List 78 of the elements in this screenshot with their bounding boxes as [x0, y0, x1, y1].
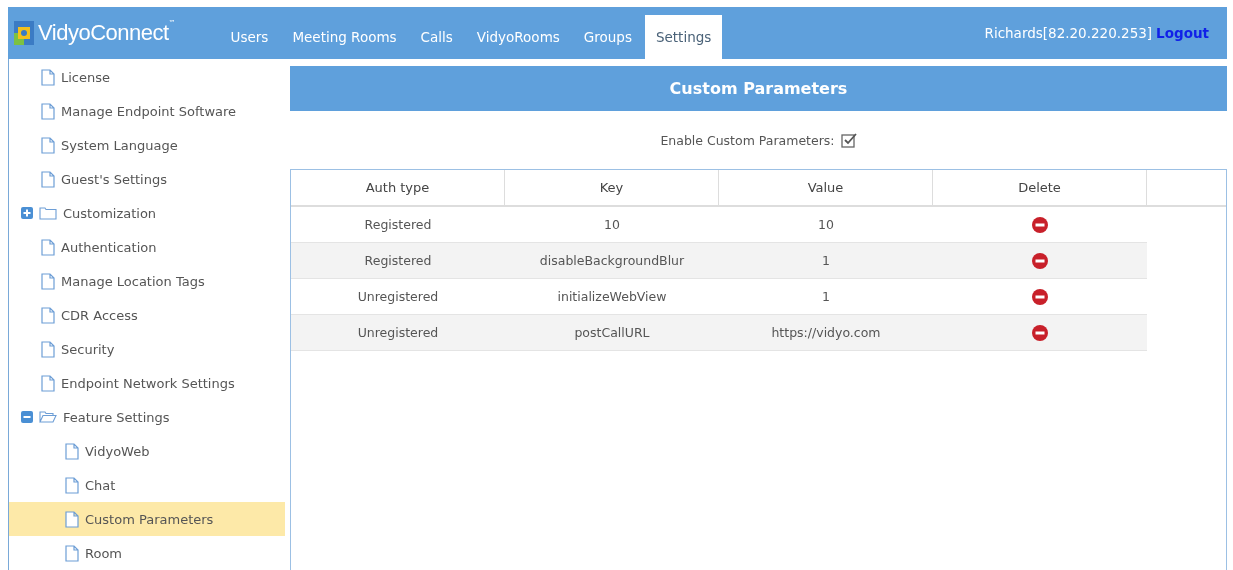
logo-text: VidyoConnect [38, 20, 169, 46]
sidebar-item[interactable]: Endpoint Network Settings [9, 366, 285, 400]
expand-icon[interactable] [21, 207, 33, 219]
table-cell-text: initializeWebView [556, 288, 668, 306]
sidebar-item-label: Manage Location Tags [61, 273, 205, 289]
nav-tab[interactable]: Settings [644, 15, 723, 59]
sidebar-item[interactable]: CDR Access [9, 298, 285, 332]
table-cell-text: 1 [821, 288, 831, 306]
folder-icon [39, 206, 57, 220]
sidebar-item[interactable]: License [9, 60, 285, 94]
table-cell-text: Registered [363, 252, 433, 270]
file-icon [65, 442, 79, 460]
sidebar-item[interactable]: Customization [9, 196, 285, 230]
sidebar-item-label: Room [85, 545, 123, 561]
delete-icon [1032, 324, 1048, 341]
file-icon [41, 136, 55, 154]
delete-button[interactable] [1032, 288, 1048, 305]
sidebar-item-label: Manage Endpoint Software [61, 103, 237, 119]
sidebar-item-label: CDR Access [61, 307, 138, 323]
table-cell-text: 1 [821, 252, 831, 270]
delete-button[interactable] [1032, 216, 1048, 233]
file-icon [65, 510, 79, 528]
delete-button[interactable] [1032, 252, 1048, 269]
collapse-icon[interactable] [21, 411, 33, 423]
sidebar-item-label: Customization [63, 205, 157, 221]
sidebar-item-label: VidyoWeb [85, 443, 150, 459]
table-cell-text: 10 [603, 216, 621, 234]
sidebar-item[interactable]: Security [9, 332, 285, 366]
delete-icon [1032, 252, 1048, 269]
file-icon [41, 68, 55, 86]
panel-title: Custom Parameters [290, 66, 1227, 111]
file-icon [41, 340, 55, 358]
file-icon [41, 170, 55, 188]
file-icon [41, 238, 55, 256]
sidebar-item[interactable]: Room [9, 536, 285, 570]
column-header: Key [505, 170, 719, 205]
file-icon [41, 306, 55, 324]
table-cell-text: Unregistered [356, 288, 440, 306]
column-header: Value [719, 170, 933, 205]
sidebar-item-label: System Language [61, 137, 178, 153]
user-label: Richards[82.20.220.253] [984, 25, 1153, 41]
delete-button[interactable] [1032, 324, 1048, 341]
delete-icon [1032, 288, 1048, 305]
open-folder-icon [39, 410, 57, 424]
table-cell-text: postCallURL [573, 324, 651, 342]
file-icon [65, 476, 79, 494]
sidebar-item-label: Endpoint Network Settings [61, 375, 235, 391]
sidebar-item-label: Security [61, 341, 115, 357]
sidebar-item-label: License [61, 69, 110, 85]
sidebar-item[interactable]: Manage Endpoint Software [9, 94, 285, 128]
table-cell-text: disableBackgroundBlur [538, 252, 686, 270]
sidebar-item[interactable]: Custom Parameters [9, 502, 285, 536]
file-icon [41, 102, 55, 120]
sidebar-item-label: Custom Parameters [85, 511, 214, 527]
sidebar-item[interactable]: Feature Settings [9, 400, 285, 434]
delete-icon [1032, 216, 1048, 233]
sidebar-item[interactable]: VidyoWeb [9, 434, 285, 468]
table-cell-text: Registered [363, 216, 433, 234]
table-cell-text: https://vidyo.com [770, 324, 882, 342]
column-header: Auth type [291, 170, 505, 205]
sidebar-item[interactable]: Authentication [9, 230, 285, 264]
sidebar-item[interactable]: Chat [9, 468, 285, 502]
table-cell-text: Unregistered [356, 324, 440, 342]
file-icon [41, 374, 55, 392]
file-icon [65, 544, 79, 562]
sidebar-item[interactable]: System Language [9, 128, 285, 162]
sidebar-item-label: Authentication [61, 239, 157, 255]
checkbox[interactable] [840, 132, 857, 148]
sidebar-item[interactable]: Guest's Settings [9, 162, 285, 196]
table-cell-text: 10 [817, 216, 835, 234]
sidebar-item-label: Feature Settings [63, 409, 170, 425]
sidebar-item-label: Guest's Settings [61, 171, 167, 187]
logo-icon [14, 21, 34, 45]
column-header: Delete [933, 170, 1147, 205]
sidebar-item-label: Chat [85, 477, 116, 493]
sidebar-item[interactable]: Manage Location Tags [9, 264, 285, 298]
enable-label: Enable Custom Parameters: [660, 132, 835, 148]
file-icon [41, 272, 55, 290]
